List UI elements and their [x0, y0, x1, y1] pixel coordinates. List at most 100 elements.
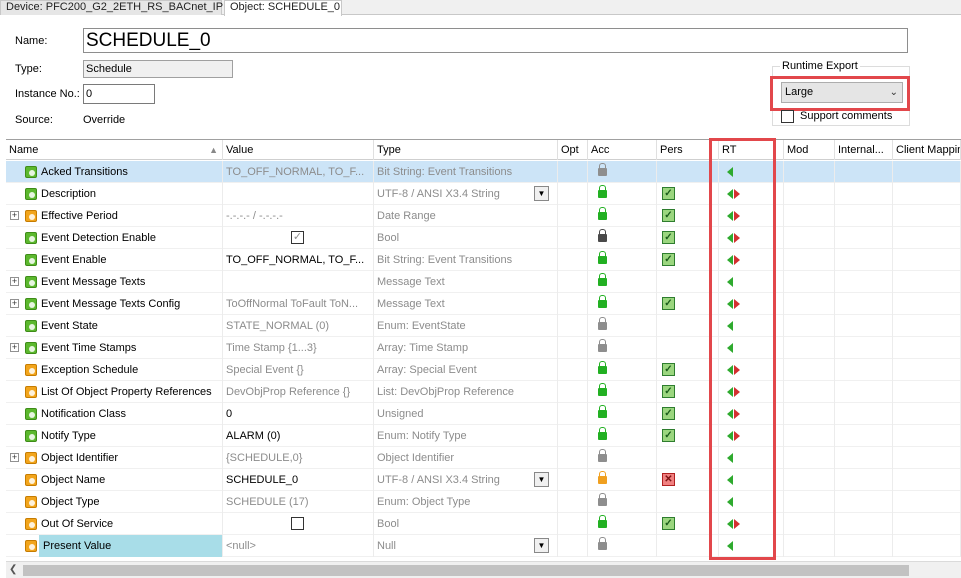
- col-internal[interactable]: Internal...: [835, 140, 893, 160]
- persistence-icon: ✓: [662, 407, 675, 420]
- cell-value[interactable]: ALARM (0): [223, 425, 374, 447]
- cell-value[interactable]: <null>: [223, 535, 374, 557]
- cell-opt: [558, 293, 588, 315]
- cell-client-mapping: [893, 359, 961, 381]
- table-row[interactable]: Notify Type ALARM (0) Enum: Notify Type ✓: [6, 425, 961, 447]
- cell-mod: [784, 359, 835, 381]
- scroll-left-icon[interactable]: ❮: [9, 564, 17, 575]
- table-row[interactable]: Event State STATE_NORMAL (0) Enum: EventSt…: [6, 315, 961, 337]
- cell-value[interactable]: 0: [223, 403, 374, 425]
- value-checkbox[interactable]: [291, 517, 304, 530]
- property-value: TO_OFF_NORMAL, TO_F...: [226, 254, 365, 266]
- cell-value[interactable]: SCHEDULE_0: [223, 469, 374, 491]
- cell-mod: [784, 161, 835, 183]
- property-orange-icon: [25, 386, 37, 398]
- cell-value[interactable]: [223, 183, 374, 205]
- cell-value[interactable]: ✓: [223, 227, 374, 249]
- cell-acc: [588, 315, 657, 337]
- table-row[interactable]: + Event Message Texts Config ToOffNormal T…: [6, 293, 961, 315]
- cell-value[interactable]: TO_OFF_NORMAL, TO_F...: [223, 249, 374, 271]
- cell-type: Unsigned: [374, 403, 558, 425]
- table-row[interactable]: Notification Class 0 Unsigned ✓: [6, 403, 961, 425]
- col-name[interactable]: Name ▲: [6, 140, 223, 160]
- property-orange-icon: [25, 210, 37, 222]
- table-row[interactable]: Acked Transitions TO_OFF_NORMAL, TO_F... B…: [6, 161, 961, 183]
- expand-icon[interactable]: +: [10, 453, 19, 462]
- cell-mod: [784, 249, 835, 271]
- cell-type: Array: Special Event: [374, 359, 558, 381]
- cell-name: List Of Object Property References: [6, 381, 223, 403]
- tab-device[interactable]: Device: PFC200_G2_2ETH_RS_BACnet_IP: [0, 0, 223, 15]
- scrollbar-thumb[interactable]: [23, 565, 909, 576]
- table-row[interactable]: Description UTF-8 / ANSI X3.4 String ▼ ✓: [6, 183, 961, 205]
- col-type[interactable]: Type: [374, 140, 558, 160]
- dropdown-arrow-icon[interactable]: ▼: [534, 472, 549, 487]
- table-row[interactable]: Present Value <null> Null ▼: [6, 535, 961, 557]
- horizontal-scrollbar[interactable]: ❮: [6, 561, 961, 578]
- col-acc[interactable]: Acc: [588, 140, 657, 160]
- table-row[interactable]: Event Enable TO_OFF_NORMAL, TO_F... Bit St…: [6, 249, 961, 271]
- cell-type: Object Identifier: [374, 447, 558, 469]
- col-value[interactable]: Value: [223, 140, 374, 160]
- cell-internal: [835, 425, 893, 447]
- property-value: STATE_NORMAL (0): [226, 320, 330, 332]
- tab-object[interactable]: Object: SCHEDULE_0: [224, 0, 342, 16]
- table-row[interactable]: Exception Schedule Special Event {} Array:…: [6, 359, 961, 381]
- table-row[interactable]: Object Name SCHEDULE_0 UTF-8 / ANSI X3.4 S…: [6, 469, 961, 491]
- instance-input[interactable]: 0: [83, 84, 155, 104]
- table-row[interactable]: Object Type SCHEDULE (17) Enum: Object Typ…: [6, 491, 961, 513]
- persistence-icon: ✓: [662, 385, 675, 398]
- cell-value[interactable]: Special Event {}: [223, 359, 374, 381]
- table-row[interactable]: + Event Message Texts Message Text: [6, 271, 961, 293]
- lock-icon: [598, 515, 607, 528]
- table-row[interactable]: Event Detection Enable ✓ Bool ✓: [6, 227, 961, 249]
- support-comments-checkbox[interactable]: [781, 110, 794, 123]
- cell-type: List: DevObjProp Reference: [374, 381, 558, 403]
- cell-value[interactable]: DevObjProp Reference {}: [223, 381, 374, 403]
- cell-client-mapping: [893, 425, 961, 447]
- col-client-mapping[interactable]: Client Mappin: [893, 140, 961, 160]
- cell-client-mapping: [893, 491, 961, 513]
- cell-opt: [558, 469, 588, 491]
- cell-value[interactable]: TO_OFF_NORMAL, TO_F...: [223, 161, 374, 183]
- property-value: Special Event {}: [226, 364, 304, 376]
- table-row[interactable]: Out Of Service Bool ✓: [6, 513, 961, 535]
- property-value: Time Stamp {1...3}: [226, 342, 317, 354]
- expand-icon[interactable]: +: [10, 277, 19, 286]
- cell-name: Notification Class: [6, 403, 223, 425]
- table-row[interactable]: + Effective Period -.-.-.- / -.-.-.- Date R…: [6, 205, 961, 227]
- highlight-runtime-export: [770, 76, 910, 111]
- type-field: Schedule: [83, 60, 233, 78]
- cell-acc: [588, 271, 657, 293]
- table-row[interactable]: + Object Identifier {SCHEDULE,0} Object Ide…: [6, 447, 961, 469]
- cell-value[interactable]: SCHEDULE (17): [223, 491, 374, 513]
- cell-value[interactable]: {SCHEDULE,0}: [223, 447, 374, 469]
- dropdown-arrow-icon[interactable]: ▼: [534, 538, 549, 553]
- cell-acc: [588, 293, 657, 315]
- cell-type: Bool: [374, 227, 558, 249]
- cell-value[interactable]: STATE_NORMAL (0): [223, 315, 374, 337]
- name-input[interactable]: SCHEDULE_0: [83, 28, 908, 53]
- cell-value[interactable]: ToOffNormal ToFault ToN...: [223, 293, 374, 315]
- expand-icon[interactable]: +: [10, 211, 19, 220]
- table-row[interactable]: + Event Time Stamps Time Stamp {1...3} Arra…: [6, 337, 961, 359]
- expand-icon[interactable]: +: [10, 343, 19, 352]
- cell-opt: [558, 425, 588, 447]
- expand-icon[interactable]: +: [10, 299, 19, 308]
- cell-internal: [835, 249, 893, 271]
- cell-value[interactable]: [223, 513, 374, 535]
- cell-value[interactable]: -.-.-.- / -.-.-.-: [223, 205, 374, 227]
- property-orange-icon: [25, 474, 37, 486]
- cell-value[interactable]: [223, 271, 374, 293]
- col-mod[interactable]: Mod: [784, 140, 835, 160]
- cell-opt: [558, 337, 588, 359]
- cell-internal: [835, 161, 893, 183]
- value-checkbox[interactable]: ✓: [291, 231, 304, 244]
- property-green-icon: [25, 232, 37, 244]
- dropdown-arrow-icon[interactable]: ▼: [534, 186, 549, 201]
- table-row[interactable]: List Of Object Property References DevObj…: [6, 381, 961, 403]
- col-opt[interactable]: Opt: [558, 140, 588, 160]
- cell-value[interactable]: Time Stamp {1...3}: [223, 337, 374, 359]
- cell-opt: [558, 381, 588, 403]
- cell-opt: [558, 403, 588, 425]
